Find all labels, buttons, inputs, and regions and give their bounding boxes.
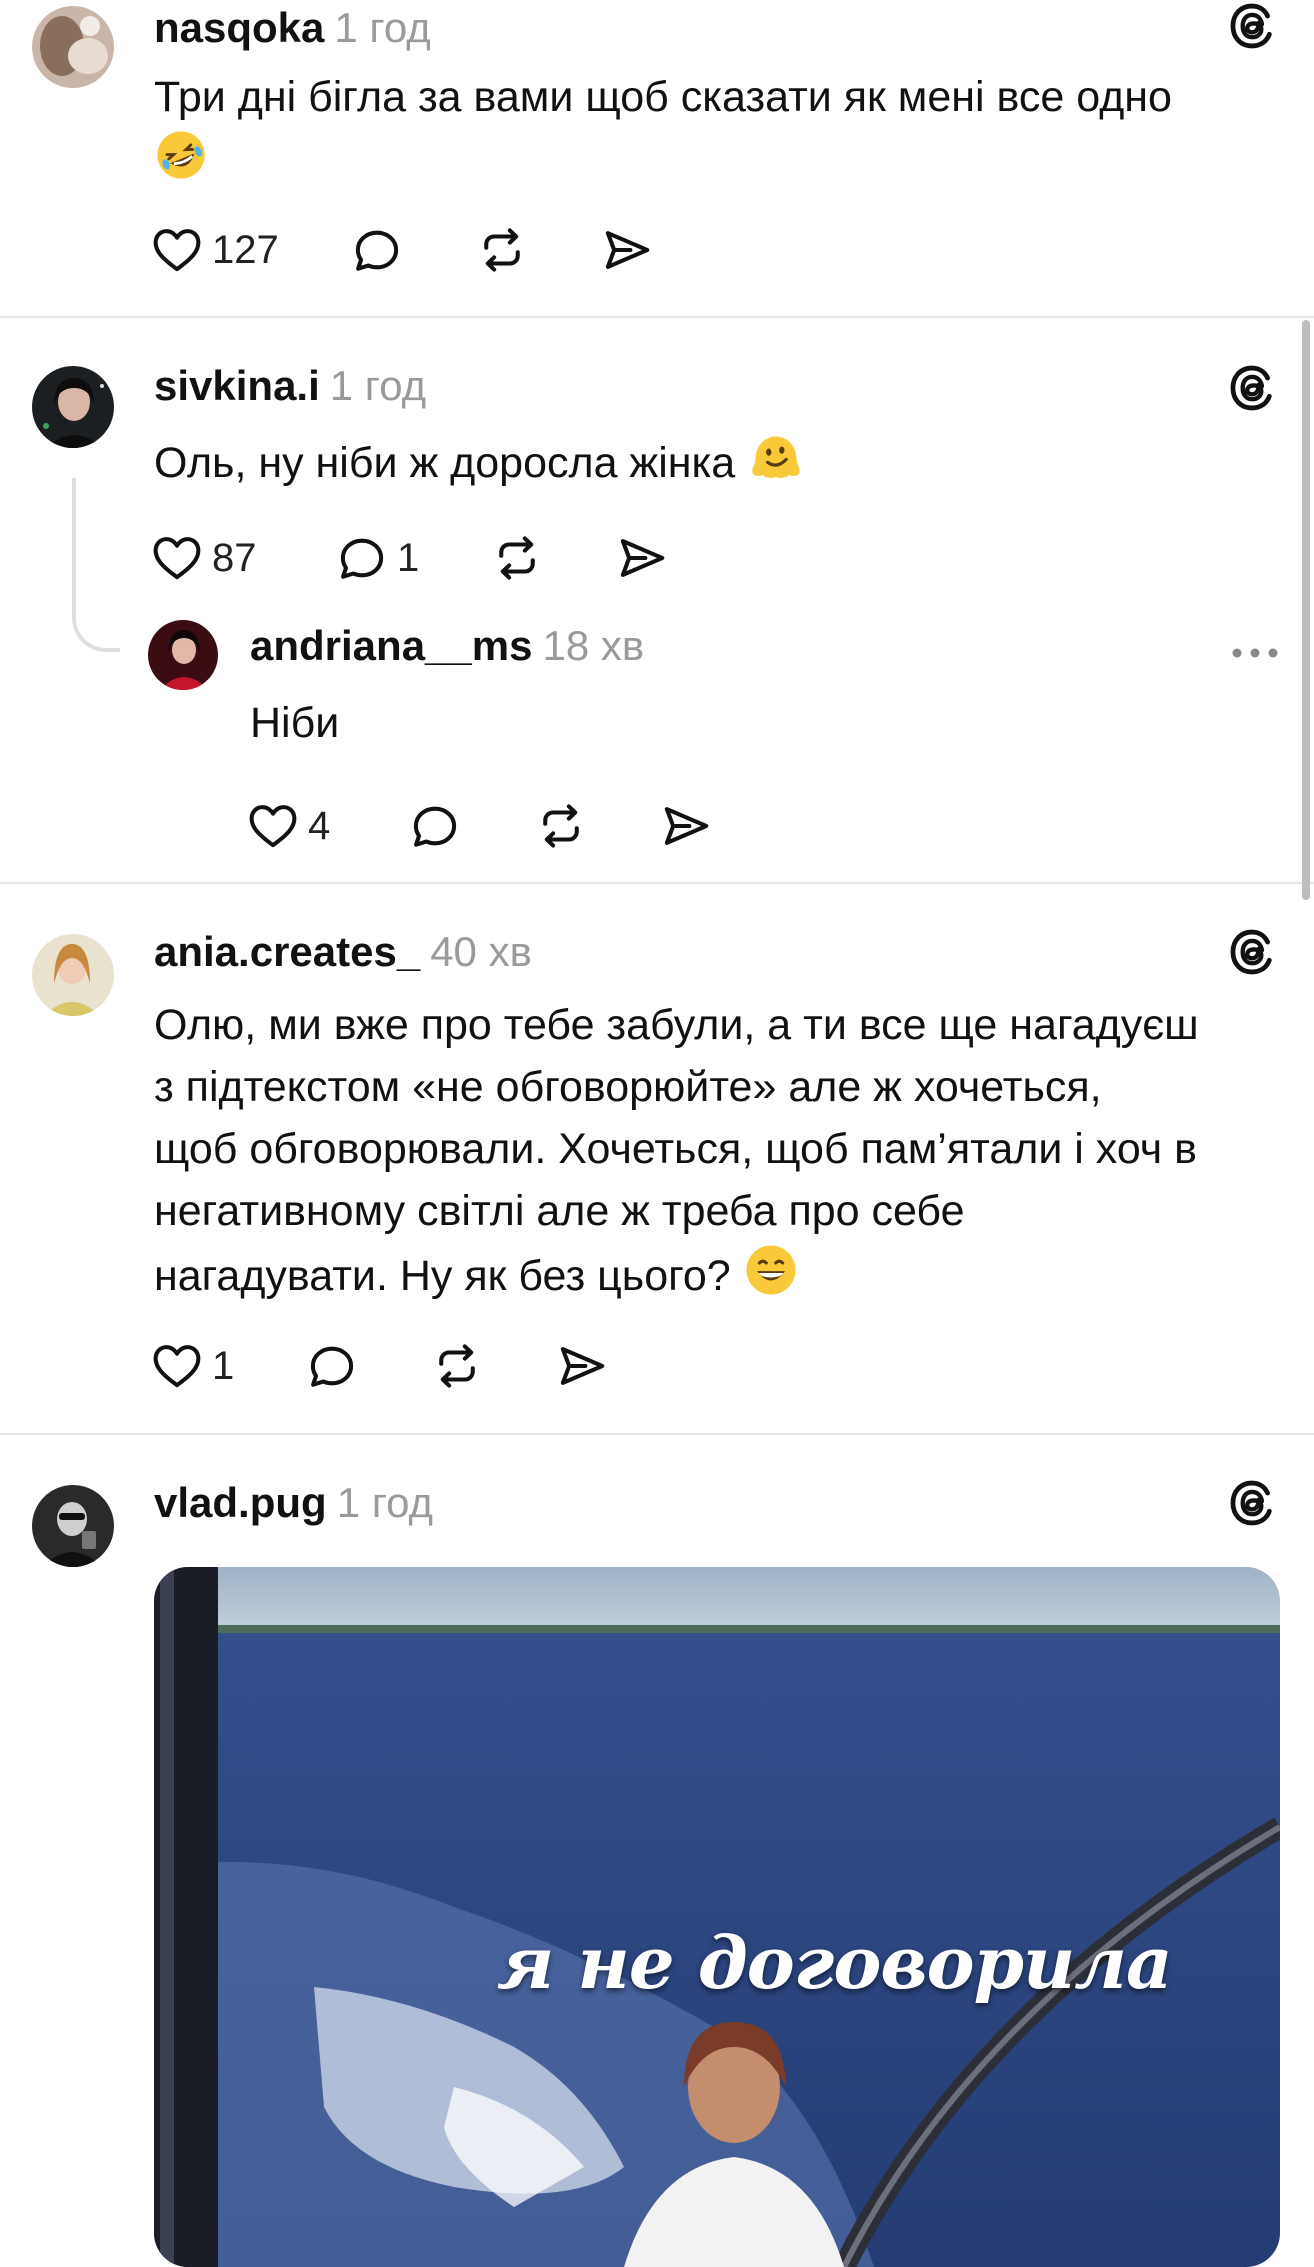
comment-icon (305, 1339, 359, 1393)
post-time: 1 год (329, 362, 427, 409)
post-text: Три дні бігла за вами щоб сказати як мен… (154, 66, 1274, 199)
like-button[interactable]: 127 (150, 220, 279, 280)
send-icon (615, 531, 669, 585)
username[interactable]: ania.creates_ 40 хв (154, 928, 532, 976)
text-line: з підтекстом «не обговорюйте» але ж хоче… (154, 1063, 1102, 1111)
post-time: 1 год (336, 1479, 434, 1526)
threads-logo-icon[interactable] (1226, 1477, 1278, 1529)
repost-button[interactable] (490, 528, 544, 588)
threads-logo-icon[interactable] (1226, 0, 1278, 52)
like-count: 127 (212, 227, 279, 272)
repost-button[interactable] (534, 796, 588, 856)
heart-icon (150, 531, 204, 585)
username[interactable]: vlad.pug 1 год (154, 1479, 433, 1527)
melting-face-emoji (747, 428, 805, 503)
post-nasqoka: nasqoka 1 год Три дні бігла за вами щоб с… (0, 0, 1314, 320)
more-options-icon[interactable] (1230, 646, 1280, 660)
reply-button[interactable] (408, 796, 462, 856)
post-time: 1 год (334, 4, 431, 51)
post-text: Олю, ми вже про тебе забули, а ти все ще… (154, 994, 1284, 1315)
scrollbar[interactable] (1302, 320, 1310, 900)
like-button[interactable]: 4 (246, 796, 330, 856)
repost-button[interactable] (430, 1336, 484, 1396)
reply-button[interactable] (350, 220, 404, 280)
share-button[interactable] (600, 220, 654, 280)
thread-connector-line (72, 478, 120, 652)
post-image[interactable] (154, 1567, 1280, 2267)
like-button[interactable]: 87 (150, 528, 257, 588)
like-count: 1 (212, 1343, 235, 1388)
threads-logo-icon[interactable] (1226, 926, 1278, 978)
repost-icon (534, 799, 588, 853)
avatar[interactable] (32, 934, 114, 1016)
comment-icon (335, 531, 389, 585)
text-line: щоб обговорювали. Хочеться, щоб пам’ятал… (154, 1125, 1197, 1173)
reply-actions: 4 (246, 796, 746, 856)
share-button[interactable] (555, 1336, 609, 1396)
heart-icon (246, 799, 300, 853)
like-count: 87 (212, 535, 257, 580)
text-line: негативному світлі але ж треба про себе (154, 1187, 965, 1235)
username[interactable]: sivkina.i 1 год (154, 362, 426, 410)
share-button[interactable] (615, 528, 669, 588)
reply-count: 1 (397, 535, 420, 580)
repost-icon (475, 223, 529, 277)
image-caption: я не договорила (497, 1920, 1173, 2005)
reply-username[interactable]: andriana__ms 18 хв (250, 622, 644, 670)
threads-logo-icon[interactable] (1226, 362, 1278, 414)
boat-sea-photo (154, 1567, 1280, 2267)
share-button[interactable] (659, 796, 713, 856)
post-sivkina: sivkina.i 1 год Оль, ну ніби ж доросла жі… (0, 318, 1314, 884)
reply-button[interactable] (305, 1336, 359, 1396)
grinning-face-emoji (743, 1242, 799, 1315)
reply-time: 18 хв (542, 622, 645, 669)
like-button[interactable]: 1 (150, 1336, 234, 1396)
rolling-on-floor-laughing-emoji (154, 128, 208, 199)
repost-icon (430, 1339, 484, 1393)
post-ania: ania.creates_ 40 хв Олю, ми вже про тебе … (0, 884, 1314, 1434)
avatar[interactable] (32, 6, 114, 88)
repost-icon (490, 531, 544, 585)
repost-button[interactable] (475, 220, 529, 280)
post-text: Оль, ну ніби ж доросла жінка (154, 428, 1274, 503)
text-line-last: нагадувати. Ну як без цього? (154, 1242, 1284, 1315)
send-icon (659, 799, 713, 853)
username[interactable]: nasqoka 1 год (154, 4, 431, 52)
reply-text: Ніби (250, 699, 340, 747)
reply-button[interactable]: 1 (335, 528, 419, 588)
post-actions: 1 (150, 1336, 650, 1396)
post-actions: 87 1 (150, 528, 710, 588)
avatar[interactable] (148, 620, 218, 690)
heart-icon (150, 223, 204, 277)
send-icon (600, 223, 654, 277)
text-line: Олю, ми вже про тебе забули, а ти все ще… (154, 1001, 1199, 1049)
post-time: 40 хв (430, 928, 532, 975)
avatar[interactable] (32, 366, 114, 448)
avatar[interactable] (32, 1485, 114, 1567)
post-actions: 127 (150, 220, 670, 280)
like-count: 4 (308, 803, 331, 848)
comment-icon (408, 799, 462, 853)
comment-icon (350, 223, 404, 277)
heart-icon (150, 1339, 204, 1393)
send-icon (555, 1339, 609, 1393)
